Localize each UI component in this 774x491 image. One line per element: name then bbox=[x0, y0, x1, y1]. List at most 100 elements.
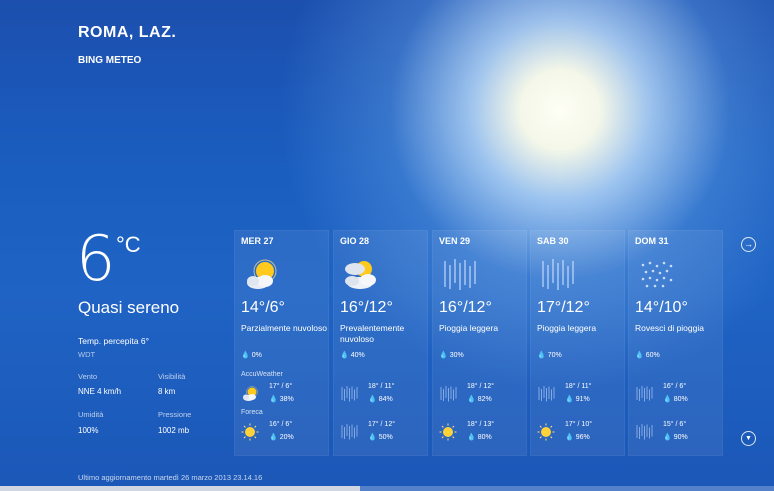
scroll-down-icon[interactable]: ▼ bbox=[741, 431, 756, 446]
drop-icon: 💧 bbox=[565, 396, 574, 403]
mostly-cloudy-icon bbox=[342, 257, 382, 293]
drop-icon: 💧 bbox=[269, 434, 278, 441]
day-condition: Parzialmente nuvoloso bbox=[241, 323, 327, 333]
provider-accuweather: AccuWeather bbox=[241, 371, 283, 378]
provider1-high-low: 16° / 6° bbox=[663, 383, 687, 390]
provider1-forecast: 17° / 6° 💧 38% bbox=[241, 381, 331, 409]
provider1-high-low: 17° / 6° bbox=[269, 383, 293, 390]
forecast-day-3[interactable]: SAB 30 17°/12° Pioggia leggera 💧 70% 18° / 11… bbox=[530, 230, 625, 456]
drop-icon: 💧 bbox=[269, 396, 278, 403]
provider1-high-low: 18° / 11° bbox=[565, 383, 592, 390]
wind-value: NNE 4 km/h bbox=[78, 387, 122, 396]
provider1-forecast: 16° / 6° 💧 80% bbox=[635, 381, 725, 409]
feels-like: Temp. percepita 6° bbox=[78, 336, 149, 346]
rain-icon bbox=[635, 385, 655, 403]
visibility-value: 8 km bbox=[158, 387, 176, 396]
provider1-precip: 💧 80% bbox=[663, 396, 688, 403]
day-precip: 💧 70% bbox=[537, 352, 562, 359]
station-label: WDT bbox=[78, 350, 96, 359]
humidity-label: Umidità bbox=[78, 410, 104, 419]
provider2-precip: 💧 50% bbox=[368, 434, 393, 441]
day-name: DOM 31 bbox=[635, 236, 669, 246]
drop-icon: 💧 bbox=[368, 434, 377, 441]
rain-icon bbox=[340, 385, 360, 403]
current-temperature: 6 bbox=[76, 222, 116, 295]
humidity-value: 100% bbox=[78, 426, 99, 435]
rain-icon bbox=[441, 257, 481, 293]
day-condition: Rovesci di pioggia bbox=[635, 323, 704, 333]
partly-cloudy-icon bbox=[243, 257, 283, 293]
provider1-forecast: 18° / 11° 💧 91% bbox=[537, 381, 627, 409]
day-condition: Prevalentemente nuvoloso bbox=[340, 323, 405, 344]
sun-icon bbox=[439, 423, 459, 441]
day-high-low: 16°/12° bbox=[340, 299, 393, 316]
pressure-value: 1002 mb bbox=[158, 426, 190, 435]
partly-cloudy-icon bbox=[241, 385, 261, 403]
provider1-forecast: 18° / 12° 💧 82% bbox=[439, 381, 529, 409]
rain-icon bbox=[439, 385, 459, 403]
last-updated: Ultimo aggiornamento martedì 26 marzo 20… bbox=[78, 473, 263, 482]
city-title: ROMA, LAZ. bbox=[78, 24, 177, 41]
day-name: GIO 28 bbox=[340, 236, 370, 246]
day-high-low: 14°/10° bbox=[635, 299, 688, 316]
day-name: VEN 29 bbox=[439, 236, 471, 246]
forecast-day-0[interactable]: MER 27 14°/6° Parzialmente nuvoloso 💧 0% Accu… bbox=[234, 230, 329, 456]
next-arrow-icon[interactable]: → bbox=[741, 237, 756, 252]
sun-icon bbox=[241, 423, 261, 441]
provider-foreca: Foreca bbox=[241, 409, 263, 416]
provider1-high-low: 18° / 11° bbox=[368, 383, 395, 390]
day-name: MER 27 bbox=[241, 236, 274, 246]
drop-icon: 💧 bbox=[340, 352, 349, 359]
day-condition: Pioggia leggera bbox=[439, 323, 499, 333]
provider1-precip: 💧 84% bbox=[368, 396, 393, 403]
provider2-forecast: 17° / 12° 💧 50% bbox=[340, 419, 430, 447]
provider1-precip: 💧 38% bbox=[269, 396, 294, 403]
drop-icon: 💧 bbox=[537, 352, 546, 359]
provider2-precip: 💧 96% bbox=[565, 434, 590, 441]
provider1-high-low: 18° / 12° bbox=[467, 383, 495, 390]
forecast-day-1[interactable]: GIO 28 16°/12° Prevalentemente nuvoloso 💧 40… bbox=[333, 230, 428, 456]
drop-icon: 💧 bbox=[439, 352, 448, 359]
drop-icon: 💧 bbox=[663, 396, 672, 403]
provider2-forecast: 18° / 13° 💧 80% bbox=[439, 419, 529, 447]
provider2-high-low: 17° / 12° bbox=[368, 421, 396, 428]
drop-icon: 💧 bbox=[467, 396, 476, 403]
forecast-day-4[interactable]: DOM 31 14°/10° Rovesci di pioggia 💧 60% 16° /… bbox=[628, 230, 723, 456]
pressure-label: Pressione bbox=[158, 410, 192, 419]
provider2-forecast: 17° / 10° 💧 96% bbox=[537, 419, 627, 447]
scrollbar-thumb[interactable] bbox=[0, 486, 360, 491]
provider1-precip: 💧 82% bbox=[467, 396, 492, 403]
day-high-low: 14°/6° bbox=[241, 299, 285, 316]
day-precip: 💧 30% bbox=[439, 352, 464, 359]
provider2-precip: 💧 80% bbox=[467, 434, 492, 441]
source-label: BING METEO bbox=[78, 55, 142, 66]
drop-icon: 💧 bbox=[565, 434, 574, 441]
temperature-unit: °C bbox=[116, 232, 141, 257]
day-high-low: 16°/12° bbox=[439, 299, 492, 316]
drop-icon: 💧 bbox=[663, 434, 672, 441]
day-name: SAB 30 bbox=[537, 236, 569, 246]
provider2-precip: 💧 90% bbox=[663, 434, 688, 441]
provider2-high-low: 15° / 6° bbox=[663, 421, 687, 428]
wind-label: Vento bbox=[78, 372, 98, 381]
rain-icon bbox=[635, 423, 655, 441]
day-precip: 💧 60% bbox=[635, 352, 660, 359]
day-high-low: 17°/12° bbox=[537, 299, 590, 316]
provider2-high-low: 16° / 6° bbox=[269, 421, 293, 428]
visibility-label: Visibilità bbox=[158, 372, 186, 381]
provider2-forecast: 16° / 6° 💧 20% bbox=[241, 419, 331, 447]
drop-icon: 💧 bbox=[635, 352, 644, 359]
rain-icon bbox=[340, 423, 360, 441]
provider2-high-low: 17° / 10° bbox=[565, 421, 593, 428]
provider2-high-low: 18° / 13° bbox=[467, 421, 495, 428]
day-precip: 💧 0% bbox=[241, 352, 262, 359]
drop-icon: 💧 bbox=[241, 352, 250, 359]
provider2-forecast: 15° / 6° 💧 90% bbox=[635, 419, 725, 447]
sun-icon bbox=[537, 423, 557, 441]
showers-icon bbox=[637, 257, 677, 293]
day-precip: 💧 40% bbox=[340, 352, 365, 359]
drop-icon: 💧 bbox=[368, 396, 377, 403]
provider1-forecast: 18° / 11° 💧 84% bbox=[340, 381, 430, 409]
forecast-day-2[interactable]: VEN 29 16°/12° Pioggia leggera 💧 30% 18° / 12… bbox=[432, 230, 527, 456]
current-condition: Quasi sereno bbox=[78, 298, 180, 317]
